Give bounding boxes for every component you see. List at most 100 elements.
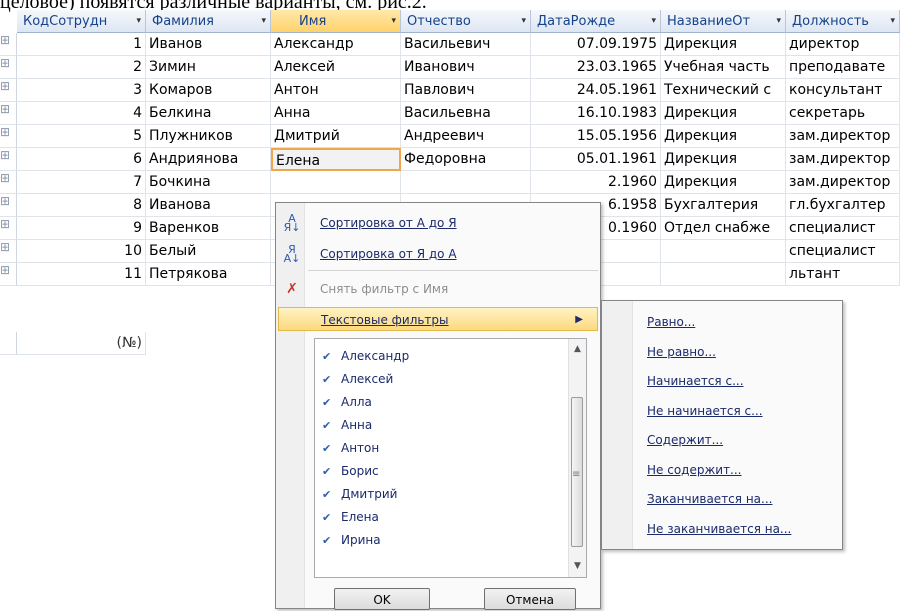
table-cell-id[interactable]: 6 [17, 148, 146, 171]
submenu-item[interactable]: Не равно... [647, 341, 716, 363]
submenu-item[interactable]: Равно... [647, 311, 695, 333]
column-header-first-name[interactable]: Имя ▾ [271, 10, 401, 33]
table-cell-birth[interactable]: 24.05.1961 [531, 79, 661, 102]
row-selector[interactable]: ⊞ [0, 263, 17, 286]
row-selector[interactable]: ⊞ [0, 171, 17, 194]
table-cell-middle[interactable] [401, 171, 531, 194]
row-selector[interactable]: ⊞ [0, 125, 17, 148]
checklist-item[interactable]: ✔ Алла [322, 391, 372, 414]
table-cell-first[interactable]: Антон [271, 79, 401, 102]
row-selector[interactable]: ⊞ [0, 148, 17, 171]
table-row[interactable]: ⊞ 5 Плужников Дмитрий Андреевич 15.05.1956 Дир… [0, 125, 900, 148]
checkbox-icon[interactable]: ✔ [322, 345, 333, 368]
table-cell-pos[interactable]: специалист [786, 217, 900, 240]
dropdown-arrow-icon[interactable]: ▾ [651, 10, 656, 32]
table-cell-birth[interactable]: 05.01.1961 [531, 148, 661, 171]
expand-icon[interactable]: ⊞ [0, 194, 10, 208]
row-selector[interactable]: ⊞ [0, 79, 17, 102]
checkbox-icon[interactable]: ✔ [322, 391, 333, 414]
dropdown-arrow-icon[interactable]: ▾ [136, 10, 141, 32]
expand-icon[interactable]: ⊞ [0, 125, 10, 139]
table-cell-pos[interactable]: зам.директор [786, 125, 900, 148]
table-cell-id[interactable]: 10 [17, 240, 146, 263]
table-cell-birth[interactable]: 15.05.1956 [531, 125, 661, 148]
table-cell-middle[interactable]: Иванович [401, 56, 531, 79]
row-selector[interactable]: ⊞ [0, 240, 17, 263]
column-header-birth-date[interactable]: ДатаРожде ▾ [531, 10, 661, 33]
table-cell-middle[interactable]: Андреевич [401, 125, 531, 148]
expand-icon[interactable]: ⊞ [0, 263, 10, 277]
table-cell-id[interactable]: 8 [17, 194, 146, 217]
table-cell-id[interactable]: 4 [17, 102, 146, 125]
table-cell-last[interactable]: Плужников [146, 125, 271, 148]
values-checklist[interactable]: ✔ Александр ✔ Алексей ✔ Алла ✔ Анна ✔ Антон ✔ Борис… [314, 338, 587, 578]
checklist-item[interactable]: ✔ Борис [322, 460, 379, 483]
expand-icon[interactable]: ⊞ [0, 171, 10, 185]
menu-sort-ascending[interactable]: А Я↓ Сортировка от А до Я [278, 211, 598, 235]
checklist-item[interactable]: ✔ Антон [322, 437, 379, 460]
checklist-item[interactable]: ✔ Алексей [322, 368, 393, 391]
submenu-item[interactable]: Не содержит... [647, 459, 742, 481]
table-cell-id[interactable]: 1 [17, 33, 146, 56]
row-selector[interactable]: ⊞ [0, 56, 17, 79]
row-selector[interactable]: ⊞ [0, 102, 17, 125]
table-cell-birth[interactable]: 16.10.1983 [531, 102, 661, 125]
expand-icon[interactable]: ⊞ [0, 217, 10, 231]
table-cell-middle[interactable]: Федоровна [401, 148, 531, 171]
checkbox-icon[interactable]: ✔ [322, 529, 333, 552]
dropdown-arrow-icon[interactable]: ▾ [776, 10, 781, 32]
menu-clear-filter[interactable]: ✗ Снять фильтр с Имя [278, 277, 598, 301]
table-cell-middle[interactable]: Павлович [401, 79, 531, 102]
dropdown-arrow-icon[interactable]: ▾ [391, 10, 396, 32]
table-cell-dept[interactable]: Бухгалтерия [661, 194, 786, 217]
menu-sort-descending[interactable]: Я А↓ Сортировка от Я до А [278, 242, 598, 266]
table-cell-id[interactable]: 11 [17, 263, 146, 286]
row-selector[interactable]: ⊞ [0, 33, 17, 56]
table-row[interactable]: ⊞ 4 Белкина Анна Васильевна 16.10.1983 Дирекци… [0, 102, 900, 125]
table-cell-id[interactable]: 3 [17, 79, 146, 102]
table-cell-pos[interactable]: специалист [786, 240, 900, 263]
submenu-item[interactable]: Заканчивается на... [647, 488, 772, 510]
table-cell-birth[interactable]: 23.03.1965 [531, 56, 661, 79]
cancel-button[interactable]: Отмена [484, 588, 576, 610]
table-cell-pos[interactable]: консультант [786, 79, 900, 102]
expand-icon[interactable]: ⊞ [0, 56, 10, 70]
table-cell-last[interactable]: Андриянова [146, 148, 271, 171]
column-header-department[interactable]: НазваниеОт ▾ [661, 10, 786, 33]
table-cell-last[interactable]: Петрякова [146, 263, 271, 286]
ok-button[interactable]: OK [334, 588, 430, 610]
table-cell-last[interactable]: Бочкина [146, 171, 271, 194]
checklist-item[interactable]: ✔ Анна [322, 414, 372, 437]
table-cell-last[interactable]: Варенков [146, 217, 271, 240]
submenu-item[interactable]: Не начинается с... [647, 400, 763, 422]
table-cell-middle[interactable]: Васильевич [401, 33, 531, 56]
dropdown-arrow-icon[interactable]: ▾ [261, 10, 266, 32]
table-row[interactable]: ⊞ 3 Комаров Антон Павлович 24.05.1961 Техничес… [0, 79, 900, 102]
expand-icon[interactable]: ⊞ [0, 240, 10, 254]
table-row[interactable]: ⊞ 2 Зимин Алексей Иванович 23.03.1965 Учебная … [0, 56, 900, 79]
expand-icon[interactable]: ⊞ [0, 102, 10, 116]
expand-icon[interactable]: ⊞ [0, 33, 10, 47]
table-cell-last[interactable]: Иванова [146, 194, 271, 217]
column-header-id[interactable]: КодСотрудн ▾ [17, 10, 146, 33]
table-cell-first[interactable]: Анна [271, 102, 401, 125]
table-cell-first[interactable] [271, 171, 401, 194]
checkbox-icon[interactable]: ✔ [322, 506, 333, 529]
table-cell-middle[interactable]: Васильевна [401, 102, 531, 125]
table-cell-first[interactable]: Алексей [271, 56, 401, 79]
table-cell-last[interactable]: Комаров [146, 79, 271, 102]
table-cell-pos[interactable]: директор [786, 33, 900, 56]
checklist-item[interactable]: ✔ Александр [322, 345, 409, 368]
table-cell-pos[interactable]: зам.директор [786, 171, 900, 194]
checkbox-icon[interactable]: ✔ [322, 414, 333, 437]
table-cell-dept[interactable]: Дирекция [661, 148, 786, 171]
table-cell-last[interactable]: Белый [146, 240, 271, 263]
table-cell-dept[interactable]: Дирекция [661, 171, 786, 194]
table-cell-pos[interactable]: секретарь [786, 102, 900, 125]
checklist-item[interactable]: ✔ Елена [322, 506, 379, 529]
row-selector[interactable]: ⊞ [0, 217, 17, 240]
table-cell-first[interactable]: Елена [271, 148, 401, 171]
table-cell-first[interactable]: Дмитрий [271, 125, 401, 148]
dropdown-arrow-icon[interactable]: ▾ [890, 10, 895, 32]
column-header-last-name[interactable]: Фамилия ▾ [146, 10, 271, 33]
